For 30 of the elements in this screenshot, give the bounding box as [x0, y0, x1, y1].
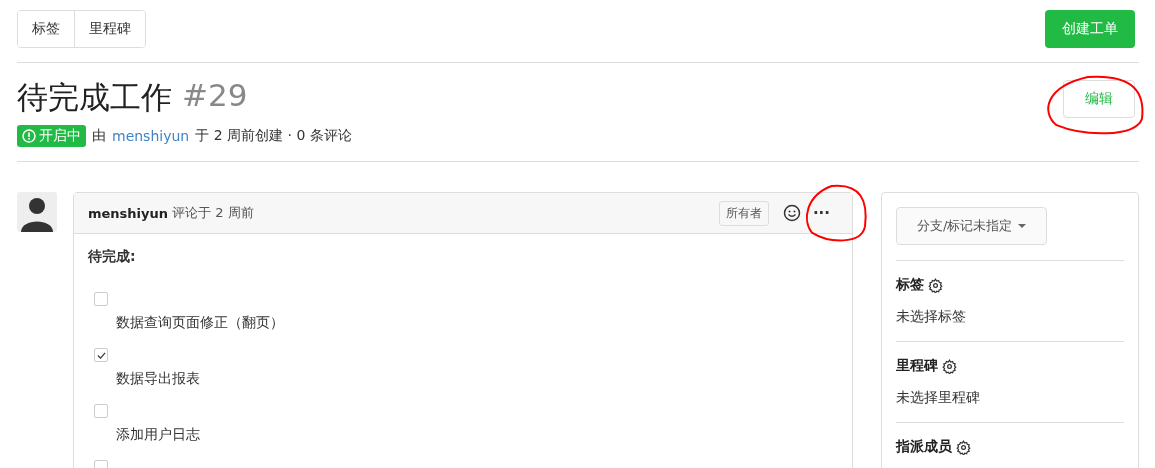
caret-icon — [1018, 224, 1027, 228]
issue-number: #29 — [182, 77, 248, 115]
more-button[interactable]: ··· — [804, 204, 838, 222]
gear-icon[interactable] — [942, 358, 957, 374]
task-text: 添加用户日志 — [116, 426, 201, 444]
gear-icon[interactable] — [956, 439, 971, 455]
status-badge: 开启中 — [17, 125, 86, 147]
comment-heading: 待完成: — [88, 248, 137, 266]
section-title: 指派成员 — [896, 438, 952, 456]
section-value: 未选择标签 — [896, 308, 967, 326]
branch-dropdown[interactable]: 分支/标记未指定 — [896, 207, 1048, 245]
avatar — [17, 192, 57, 232]
emoji-icon[interactable] — [782, 204, 801, 222]
gear-icon[interactable] — [928, 277, 943, 293]
meta-text: 由 — [92, 127, 106, 145]
comment-time: 评论于 2 周前 — [172, 204, 255, 222]
section-value: 未选择里程碑 — [896, 389, 981, 407]
task-checkbox[interactable] — [94, 292, 108, 306]
issue-title: 待完成工作 — [17, 78, 172, 117]
meta-text: 于 2 周前创建 · 0 条评论 — [195, 127, 352, 145]
author-link[interactable]: menshiyun — [112, 128, 190, 144]
task-checkbox[interactable] — [94, 348, 108, 362]
task-text: 数据查询页面修正（翻页） — [116, 314, 285, 332]
section-title: 里程碑 — [896, 357, 938, 375]
owner-label: 所有者 — [718, 200, 769, 226]
section-title: 标签 — [896, 276, 924, 294]
comment-author[interactable]: menshiyun — [88, 205, 169, 221]
task-checkbox[interactable] — [94, 404, 108, 418]
task-text: 数据导出报表 — [116, 370, 201, 388]
tab[interactable]: 里程碑 — [74, 11, 145, 47]
